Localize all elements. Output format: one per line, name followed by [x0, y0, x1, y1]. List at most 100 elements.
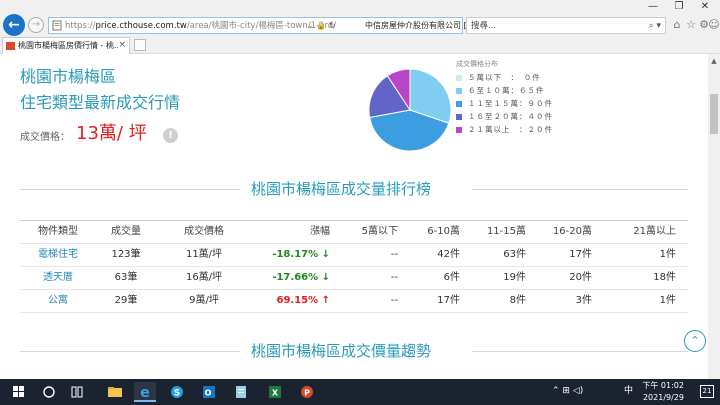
svg-text:e: e — [140, 385, 150, 401]
url-controls[interactable]: ⌄ 🔒 ↻ — [307, 19, 335, 33]
property-type-link[interactable]: 公寓 — [20, 290, 96, 312]
outlook-button[interactable]: O — [198, 382, 220, 402]
excel-icon: X — [269, 386, 281, 398]
close-window-button[interactable]: ✕ — [692, 0, 718, 14]
task-view-icon — [71, 386, 83, 398]
forward-button[interactable]: → — [28, 17, 44, 33]
divider-right — [472, 189, 688, 190]
legend-item: ２１萬以上 ：２０件 — [456, 124, 586, 136]
trend-title: 桃園市楊梅區成交價量趨勢 — [251, 342, 432, 360]
back-button[interactable]: ← — [3, 14, 25, 36]
notes-icon — [236, 386, 246, 398]
table-cell: 11萬/坪 — [185, 249, 223, 260]
column-header: 6-10萬 — [427, 226, 460, 237]
home-icon[interactable]: ⌂ — [670, 18, 684, 32]
scroll-thumb[interactable] — [710, 94, 718, 134]
tab-close-icon[interactable]: × — [118, 39, 126, 51]
task-view-button[interactable] — [66, 382, 88, 402]
page-content: 桃園市楊梅區 住宅類型最新成交行情 成交價格： 13萬/ 坪 ! 成交價格分布 … — [0, 54, 708, 379]
column-header: 物件類型 — [38, 226, 78, 237]
legend-swatch — [456, 88, 462, 94]
notes-button[interactable] — [230, 382, 252, 402]
table-cell: 1件 — [659, 249, 676, 260]
divider-right-2 — [472, 351, 688, 352]
price-label: 成交價格： — [20, 132, 70, 143]
table-cell: 9萬/坪 — [189, 295, 219, 306]
table-cell: 3件 — [575, 295, 592, 306]
scroll-up-icon[interactable]: ▲ — [708, 56, 720, 66]
excel-button[interactable]: X — [264, 382, 286, 402]
column-header: 漲幅 — [310, 226, 330, 237]
divider-left — [20, 189, 240, 190]
svg-text:P: P — [304, 389, 310, 398]
property-type-link[interactable]: 電梯住宅 — [20, 244, 96, 266]
url-text: https://price.cthouse.com.tw/area/桃園市-ci… — [65, 21, 337, 31]
legend-swatch — [456, 101, 462, 107]
tab-current[interactable]: 桃園市楊梅區房價行情 - 桃... × — [2, 37, 130, 54]
table-cell: -- — [390, 272, 398, 283]
powerpoint-button[interactable]: P — [296, 382, 318, 402]
minimize-button[interactable]: — — [640, 0, 666, 14]
table-cell: -17.66% ↓ — [272, 272, 330, 283]
legend-label: １１至１５萬：９０件 — [468, 99, 553, 108]
search-circle-icon — [43, 386, 55, 398]
column-header: 16-20萬 — [552, 226, 592, 237]
notification-icon[interactable]: 21 — [700, 385, 714, 398]
table-cell: 20件 — [569, 272, 592, 283]
table-cell: 6件 — [443, 272, 460, 283]
table-cell: 17件 — [569, 249, 592, 260]
favorites-icon[interactable]: ☆ — [684, 18, 698, 32]
legend-item: １６至２０萬：４０件 — [456, 111, 586, 123]
price-distribution-pie — [368, 68, 452, 152]
svg-text:O: O — [205, 389, 212, 398]
clock-date[interactable]: 2021/9/29 — [638, 391, 684, 404]
legend-title: 成交價格分布 — [456, 60, 498, 68]
favicon-icon — [6, 42, 15, 50]
address-bar[interactable]: https://price.cthouse.com.tw/area/桃園市-ci… — [48, 17, 474, 34]
search-taskbar-button[interactable] — [38, 382, 60, 402]
new-tab-button[interactable] — [134, 39, 146, 51]
legend-item: １１至１５萬：９０件 — [456, 98, 586, 110]
search-box[interactable]: 搜尋... ⌕ ▾ — [466, 17, 666, 34]
column-header: 21萬以上 — [633, 226, 676, 237]
maximize-button[interactable]: ❐ — [666, 0, 692, 14]
smiley-icon[interactable]: ☺ — [708, 18, 720, 32]
scroll-top-button[interactable]: ⌃ — [684, 330, 706, 352]
search-icon[interactable]: ⌕ ▾ — [649, 19, 661, 33]
legend-swatch — [456, 75, 462, 81]
internet-explorer-icon: e — [140, 385, 150, 401]
start-button[interactable] — [8, 382, 30, 402]
table-cell: -18.17% ↓ — [272, 249, 330, 260]
row-divider — [20, 312, 688, 313]
svg-text:X: X — [272, 389, 279, 398]
table-cell: 1件 — [659, 295, 676, 306]
divider-left-2 — [20, 351, 240, 352]
ie-taskbar-button[interactable]: e — [134, 382, 156, 402]
table-cell: 18件 — [653, 272, 676, 283]
table-cell: 16萬/坪 — [185, 272, 223, 283]
skype-button[interactable]: S — [166, 382, 188, 402]
table-cell: 63件 — [503, 249, 526, 260]
table-cell: 29筆 — [114, 295, 138, 306]
page-subtitle: 住宅類型最新成交行情 — [20, 93, 181, 112]
table-cell: 123筆 — [111, 249, 141, 260]
legend-label: ５萬以下 ： ０件 — [468, 73, 541, 82]
ime-indicator[interactable]: 中 — [624, 385, 633, 398]
info-icon[interactable]: ! — [163, 128, 178, 143]
tab-title: 桃園市楊梅區房價行情 - 桃... — [18, 41, 118, 50]
search-input[interactable]: 搜尋... — [471, 19, 496, 33]
powerpoint-icon: P — [301, 386, 313, 398]
site-identity[interactable]: 中信房屋仲介股份有限公司 [... — [365, 19, 474, 33]
scrollbar[interactable]: ▲ — [708, 54, 720, 379]
taskbar: e S O X P ⌃ ⊞ ◁) 中 下午 01:02 2021/9/29 21 — [0, 379, 720, 405]
skype-icon: S — [171, 386, 183, 399]
file-explorer-button[interactable] — [104, 382, 126, 402]
area-title: 桃園市楊梅區 — [20, 67, 117, 86]
column-header: 5萬以下 — [361, 226, 398, 237]
tray-icons[interactable]: ⌃ ⊞ ◁) — [552, 385, 583, 398]
property-type-link[interactable]: 透天厝 — [20, 267, 96, 289]
legend-label: ２１萬以上 ：２０件 — [468, 125, 553, 134]
column-header: 成交價格 — [184, 226, 224, 237]
legend-swatch — [456, 127, 462, 133]
folder-icon — [108, 387, 122, 397]
